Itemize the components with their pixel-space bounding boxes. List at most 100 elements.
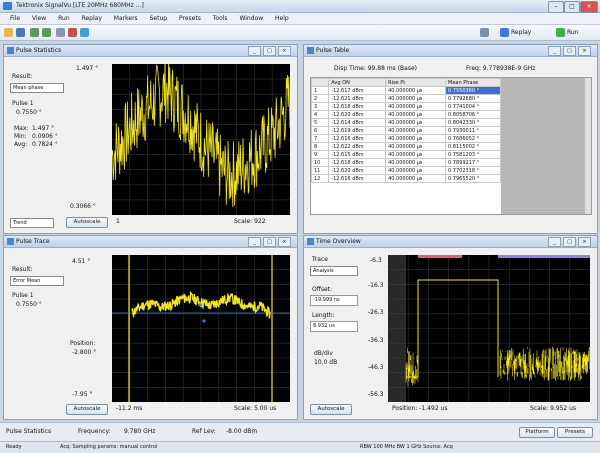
acquisition-status: Acq: Sampling params: manual control <box>60 444 158 450</box>
menu-presets[interactable]: Presets <box>179 15 201 22</box>
position-label: Position: <box>70 340 96 347</box>
table-row[interactable]: 5 -12.614 dBm 40.000000 μs 0.8042330 ° <box>311 118 501 127</box>
noise-floor-trace <box>405 347 419 387</box>
table-row[interactable]: 8 -12.622 dBm 40.000000 μs 0.8115002 ° <box>311 142 501 151</box>
table-row[interactable]: 6 -12.619 dBm 40.000000 μs 0.7930011 ° <box>311 126 501 135</box>
panel-maximize-button[interactable]: □ <box>263 46 276 56</box>
undo-icon[interactable] <box>30 28 39 37</box>
table-row[interactable]: 11 -12.620 dBm 40.000000 μs 0.7702318 ° <box>311 166 501 175</box>
maximize-button[interactable]: □ <box>564 1 580 13</box>
close-button[interactable]: × <box>580 1 598 13</box>
preset-icon[interactable] <box>68 28 77 37</box>
menu-run[interactable]: Run <box>58 15 70 22</box>
column-header: Rise Pt <box>385 78 447 87</box>
result-dropdown[interactable]: Mean phase <box>10 83 64 93</box>
ready-status: Ready <box>6 444 22 450</box>
table-cell: 0.7702318 ° <box>445 166 501 175</box>
table-row[interactable]: 1 -12.617 dBm 40.000000 μs 0.7550360 ° <box>311 86 501 95</box>
table-cell: -12.622 dBm <box>328 142 387 151</box>
trend-dropdown[interactable]: Trend <box>10 218 54 228</box>
y-tick-label: -56.3 <box>368 391 384 398</box>
panel-header: Pulse Trace _ □ × <box>4 236 297 248</box>
menu-setup[interactable]: Setup <box>150 15 167 22</box>
result-dropdown[interactable]: Error Mean <box>10 276 64 286</box>
table-row[interactable]: 9 -12.615 dBm 40.000000 μs 0.7581203 ° <box>311 150 501 159</box>
frequency-value[interactable]: 9.780 GHz <box>124 428 155 435</box>
table-cell: 0.8042330 ° <box>445 118 501 127</box>
toolbar: Replay Run <box>0 25 600 41</box>
time-overview-plot[interactable] <box>388 255 591 402</box>
redo-icon[interactable] <box>42 28 51 37</box>
markers-icon[interactable] <box>80 28 89 37</box>
menu-view[interactable]: View <box>32 15 46 22</box>
marker-point <box>202 319 206 323</box>
table-row[interactable]: 7 -12.616 dBm 40.000000 μs 0.7686052 ° <box>311 134 501 143</box>
table-cell: 3 <box>311 102 330 111</box>
ref-level-value[interactable]: -8.00 dBm <box>226 428 257 435</box>
open-icon[interactable] <box>4 28 13 37</box>
presets-button[interactable]: Presets <box>557 427 593 438</box>
pulse-value: 0.7550 ° <box>16 301 42 308</box>
table-cell: -12.615 dBm <box>328 150 387 159</box>
panel-close-button[interactable]: × <box>278 237 291 247</box>
menu-file[interactable]: File <box>10 15 20 22</box>
title-bar: Tektronix SignalVu [LTE 20MHz 680MHz ...… <box>0 0 600 13</box>
table-scrollbar[interactable] <box>585 78 591 214</box>
frequency-label: Frequency: <box>78 428 111 435</box>
panel-minimize-button[interactable]: _ <box>248 237 261 247</box>
table-row[interactable]: 10 -12.618 dBm 40.000000 μs 0.7899217 ° <box>311 158 501 167</box>
replay-label[interactable]: Replay <box>511 29 531 36</box>
table-cell: 40.000000 μs <box>385 118 447 127</box>
panel-icon <box>7 47 14 54</box>
window-title: Tektronix SignalVu [LTE 20MHz 680MHz ...… <box>16 2 144 9</box>
autoscale-button[interactable]: Autoscale <box>310 404 352 415</box>
settings-icon[interactable] <box>480 28 489 37</box>
save-icon[interactable] <box>16 28 25 37</box>
autoscale-button[interactable]: Autoscale <box>66 404 108 415</box>
trace-dropdown[interactable]: Analysis <box>310 266 358 276</box>
table-row[interactable]: 3 -12.618 dBm 40.000000 μs 0.7741004 ° <box>311 102 501 111</box>
display-time-info: Disp Time: 99.88 ms (Base) <box>334 65 417 72</box>
table-cell: 5 <box>311 118 330 127</box>
offset-field[interactable]: -19.999 ns <box>310 295 358 306</box>
autoscale-button[interactable]: Autoscale <box>66 217 108 228</box>
panel-minimize-button[interactable]: _ <box>248 46 261 56</box>
panel-close-button[interactable]: × <box>578 237 591 247</box>
panel-title: Pulse Table <box>316 47 350 54</box>
pulse-trace-plot[interactable] <box>112 255 290 402</box>
menu-replay[interactable]: Replay <box>82 15 102 22</box>
panel-close-button[interactable]: × <box>278 46 291 56</box>
run-label[interactable]: Run <box>567 29 579 36</box>
panel-minimize-button[interactable]: _ <box>548 237 561 247</box>
y-tick-label: -46.3 <box>368 364 384 371</box>
run-icon[interactable] <box>556 28 565 37</box>
minimize-button[interactable]: – <box>548 1 564 13</box>
menu-help[interactable]: Help <box>275 15 289 22</box>
panel-maximize-button[interactable]: □ <box>263 237 276 247</box>
menu-window[interactable]: Window <box>239 15 263 22</box>
panel-close-button[interactable]: × <box>578 46 591 56</box>
statistics-plot[interactable] <box>111 56 291 215</box>
x-position-value: -11.2 ms <box>116 405 143 412</box>
scale-value: Scale: 5.00 us <box>234 405 277 412</box>
platform-button[interactable]: Platform <box>519 427 555 438</box>
length-field[interactable]: 8.932 us <box>310 321 358 332</box>
menu-tools[interactable]: Tools <box>213 15 228 22</box>
print-icon[interactable] <box>56 28 65 37</box>
panel-minimize-button[interactable]: _ <box>548 46 561 56</box>
panel-maximize-button[interactable]: □ <box>563 46 576 56</box>
min-label: Min: <box>14 133 27 140</box>
panel-maximize-button[interactable]: □ <box>563 237 576 247</box>
table-cell: 8 <box>311 142 330 151</box>
excluded-region <box>388 255 406 402</box>
pulse-label: Pulse 1 <box>12 100 34 107</box>
table-cell: 10 <box>311 158 330 167</box>
panel-icon <box>7 238 14 245</box>
table-row[interactable]: 2 -12.621 dBm 40.000000 μs 0.7792680 ° <box>311 94 501 103</box>
table-row[interactable]: 4 -12.620 dBm 40.000000 μs 0.8058706 ° <box>311 110 501 119</box>
table-cell: 40.000000 μs <box>385 166 447 175</box>
menu-markers[interactable]: Markers <box>114 15 138 22</box>
replay-icon[interactable] <box>500 28 509 37</box>
status-left: Pulse Statistics <box>6 428 52 435</box>
table-row[interactable]: 12 -12.616 dBm 40.000000 μs 0.7965520 ° <box>311 174 501 183</box>
